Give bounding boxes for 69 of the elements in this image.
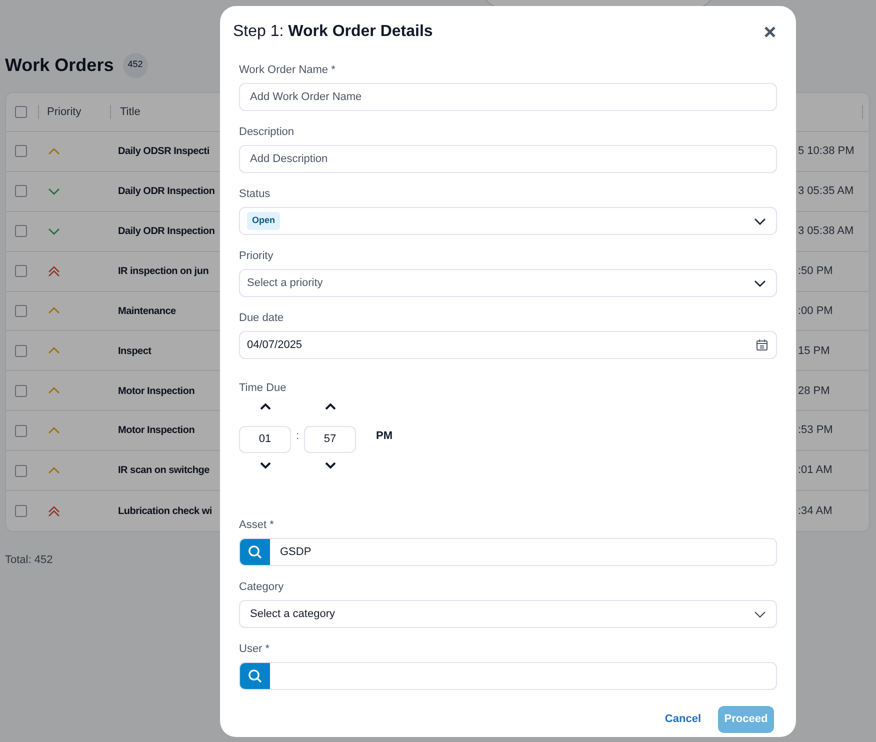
field-label: Status	[239, 187, 272, 202]
input-field[interactable]: Add Work Order Name	[239, 83, 777, 111]
field-label: Description	[239, 125, 296, 140]
calendar-icon[interactable]	[756, 339, 768, 351]
table-cell-text: 3 05:38 AM	[798, 224, 854, 239]
select-field[interactable]: Select a category	[239, 600, 777, 628]
total-count: Total: 452	[4, 553, 54, 568]
table-cell: Daily ODSR Inspecti	[118, 146, 210, 158]
field-label: Time Due	[239, 381, 288, 396]
cancel-button[interactable]: Cancel	[662, 706, 704, 733]
count-badge: 452	[122, 52, 148, 78]
table-cell: Motor Inspection	[118, 386, 195, 397]
search-icon[interactable]	[248, 545, 262, 559]
checkbox[interactable]	[15, 145, 27, 158]
time-field[interactable]: 01	[239, 426, 291, 453]
chevron-down-icon[interactable]	[260, 462, 270, 469]
table-cell: Daily ODR Inspection	[118, 226, 215, 237]
table-cell: Daily ODR Inspection	[118, 186, 215, 198]
status-badge: Open	[247, 212, 280, 230]
table-cell-text: :00 PM	[798, 304, 833, 319]
checkbox[interactable]	[15, 505, 27, 518]
checkbox[interactable]	[15, 304, 27, 317]
table-cell-text: 28 PM	[798, 384, 830, 399]
field-label: Due date	[239, 311, 285, 326]
select-field[interactable]: Select a priority	[239, 269, 777, 297]
column-header[interactable]: Priority	[38, 104, 110, 119]
period-label: PM	[376, 428, 392, 444]
field-label: Work Order Name *	[239, 63, 336, 78]
checkbox[interactable]	[15, 344, 27, 357]
table-cell: Lubrication check wi	[118, 506, 212, 517]
table-cell: IR scan on switchge	[118, 465, 210, 476]
close-icon[interactable]	[764, 26, 776, 38]
select-field[interactable]: Open	[239, 207, 777, 235]
table-cell-text: 15 PM	[798, 344, 830, 359]
checkbox[interactable]	[15, 185, 27, 198]
table-cell: Maintenance	[118, 306, 176, 317]
table-cell-text: :01 AM	[798, 463, 832, 478]
checkbox[interactable]	[15, 225, 27, 238]
chevron-down-icon	[754, 610, 766, 618]
table-cell: IR inspection on jun	[118, 266, 209, 277]
table-cell-text: :53 PM	[798, 423, 833, 438]
table-cell-text: :34 AM	[798, 504, 832, 519]
checkbox[interactable]	[15, 384, 27, 397]
checkbox[interactable]	[15, 265, 27, 278]
table-cell: Motor Inspection	[118, 425, 195, 436]
field-label: Asset *	[239, 518, 275, 533]
table-cell: Inspect	[118, 346, 152, 357]
page-title: Work Orders	[5, 54, 114, 76]
checkbox[interactable]	[15, 424, 27, 437]
field-label: Priority	[239, 249, 274, 264]
table-cell-text: 5 10:38 PM	[798, 144, 854, 160]
chevron-down-icon	[754, 218, 766, 224]
date-field[interactable]: 04/07/2025	[239, 331, 777, 359]
time-field[interactable]: 57	[304, 426, 356, 453]
field-label: Category	[239, 580, 285, 595]
checkbox[interactable]	[15, 106, 27, 118]
table-cell-text: 3 05:35 AM	[798, 184, 854, 200]
checkbox[interactable]	[15, 464, 27, 477]
search-field[interactable]: GSDP	[239, 538, 777, 566]
chevron-up-icon[interactable]	[260, 403, 270, 410]
chevron-down-icon	[754, 280, 766, 286]
chevron-down-icon[interactable]	[324, 462, 336, 469]
dialog-title: Step 1: Work Order Details	[233, 22, 433, 42]
input-field[interactable]: Add Description	[239, 145, 777, 173]
chevron-up-icon[interactable]	[324, 403, 336, 410]
search-icon[interactable]	[248, 669, 262, 683]
table-cell-text: :50 PM	[798, 264, 833, 279]
field-label: User *	[239, 642, 271, 657]
time-separator: :	[294, 428, 300, 444]
